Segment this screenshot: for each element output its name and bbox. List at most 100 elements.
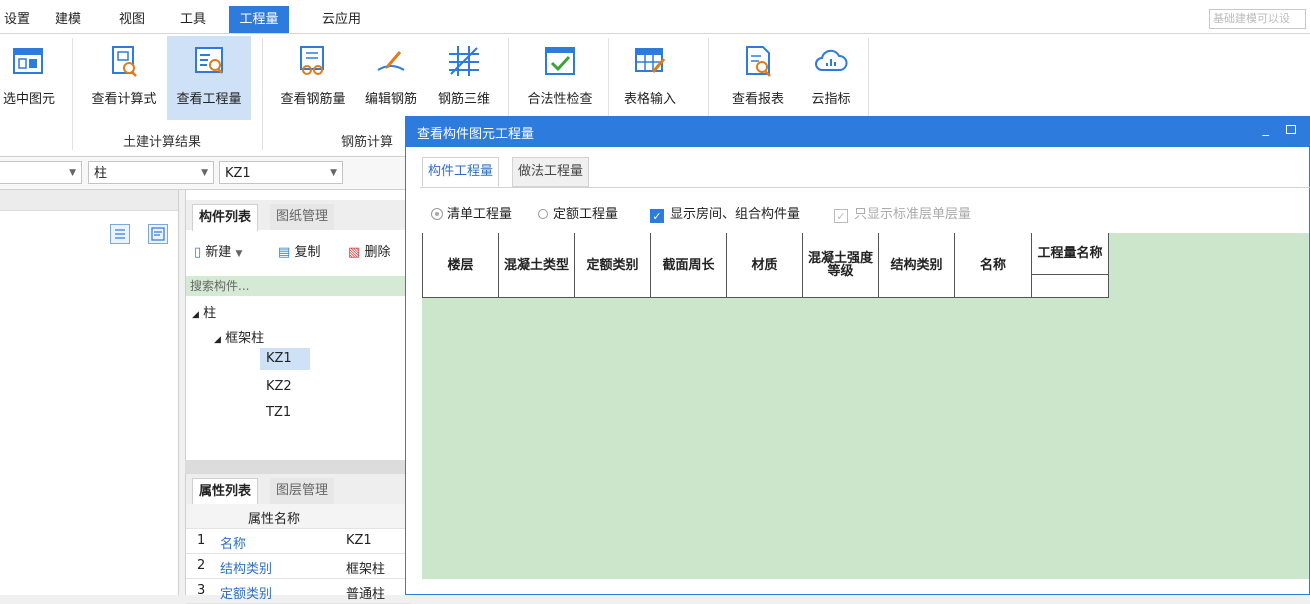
delete-label: 删除 xyxy=(364,245,391,260)
view-quantity-label: 查看工程量 xyxy=(176,92,242,107)
column-header-concrete-grade: 混凝土强度等级 xyxy=(803,233,879,298)
floor-combo[interactable]: ▼ xyxy=(0,161,82,184)
menu-settings[interactable]: 设置 xyxy=(0,6,34,33)
copy-button[interactable]: ▤ 复制 xyxy=(278,241,320,260)
row-number: 2 xyxy=(197,558,206,573)
bill-quantity-radio[interactable]: 清单工程量 xyxy=(432,203,512,222)
chevron-down-icon: ▼ xyxy=(235,249,243,259)
edit-rebar-label: 编辑钢筋 xyxy=(364,92,417,107)
group-label-civil-results: 土建计算结果 xyxy=(123,135,202,150)
tree-leaf-kz2[interactable]: KZ2 xyxy=(266,379,292,394)
view-report-icon xyxy=(746,46,771,77)
component-search-input[interactable]: 搜索构件... xyxy=(186,276,411,296)
view-report-button[interactable]: 查看报表 xyxy=(718,36,798,120)
panel-splitter[interactable] xyxy=(185,460,410,474)
tree-node-frame-column[interactable]: ◢ 框架柱 xyxy=(214,327,264,346)
property-name: 结构类别 xyxy=(220,562,273,577)
radio-unchecked-icon xyxy=(538,209,548,219)
table-row[interactable]: 2 结构类别 框架柱 xyxy=(186,554,411,579)
navigation-panel-header xyxy=(0,190,178,211)
filter-bar: ▼ 柱 ▼ KZ1 ▼ xyxy=(0,157,410,190)
cloud-index-label: 云指标 xyxy=(811,92,851,107)
view-rebar-quantity-icon xyxy=(300,46,324,75)
standard-floor-only-label: 只显示标准层单层量 xyxy=(854,207,972,222)
tree-node-column[interactable]: ◢ 柱 xyxy=(192,302,216,321)
show-room-combo-checkbox[interactable]: ✓ 显示房间、组合构件量 xyxy=(650,203,800,223)
component-panel-tabs: 构件列表 图纸管理 xyxy=(186,200,411,231)
tab-property-list[interactable]: 属性列表 xyxy=(192,478,259,505)
column-header-section-perimeter: 截面周长 xyxy=(651,233,727,298)
property-name: 名称 xyxy=(220,537,247,552)
menu-quantity[interactable]: 工程量 xyxy=(229,6,289,33)
list-view-button[interactable] xyxy=(110,224,130,244)
tab-component-list[interactable]: 构件列表 xyxy=(192,204,259,231)
tab-component-quantity[interactable]: 构件工程量 xyxy=(422,157,500,187)
quota-quantity-radio[interactable]: 定额工程量 xyxy=(538,203,618,222)
tree-leaf-tz1[interactable]: TZ1 xyxy=(266,405,291,420)
view-formula-icon xyxy=(112,46,137,77)
tab-method-quantity[interactable]: 做法工程量 xyxy=(512,157,590,187)
collapse-icon: ◢ xyxy=(214,335,221,345)
table-row[interactable]: 3 定额类别 普通柱 xyxy=(186,579,411,604)
component-type-combo[interactable]: 柱 ▼ xyxy=(88,161,214,184)
property-header-row: 属性名称 xyxy=(186,504,411,529)
component-toolbar: ▯ 新建 ▼ ▤ 复制 ▧ 删除 xyxy=(186,238,411,262)
view-formula-button[interactable]: 查看计算式 xyxy=(82,36,166,120)
view-formula-label: 查看计算式 xyxy=(91,92,157,107)
property-value: 框架柱 xyxy=(346,562,386,577)
validity-check-button[interactable]: 合法性检查 xyxy=(518,36,602,120)
component-value: KZ1 xyxy=(225,166,251,181)
collapse-icon: ◢ xyxy=(192,310,199,320)
checkbox-checked-icon: ✓ xyxy=(650,209,664,223)
minimize-icon[interactable]: _ xyxy=(1263,122,1270,137)
column-header-structure-category: 结构类别 xyxy=(879,233,955,298)
view-rebar-quantity-button[interactable]: 查看钢筋量 xyxy=(272,36,354,120)
menu-view[interactable]: 视图 xyxy=(115,6,149,33)
table-row[interactable]: 1 名称 KZ1 xyxy=(186,529,411,554)
cloud-index-icon xyxy=(815,49,848,71)
tree-node-label: 框架柱 xyxy=(225,331,265,346)
copy-label: 复制 xyxy=(294,245,321,260)
property-panel-tabs: 属性列表 图层管理 xyxy=(186,474,411,505)
table-input-icon xyxy=(635,48,666,73)
column-header-floor: 楼层 xyxy=(422,233,499,298)
menu-modeling[interactable]: 建模 xyxy=(51,6,85,33)
menu-tools[interactable]: 工具 xyxy=(176,6,210,33)
feature-search-input[interactable]: 基础建模可以设 xyxy=(1209,9,1306,29)
edit-rebar-button[interactable]: 编辑钢筋 xyxy=(356,36,426,120)
view-quantity-button[interactable]: 查看工程量 xyxy=(167,36,251,120)
rebar-3d-button[interactable]: 钢筋三维 xyxy=(428,36,500,120)
rebar-3d-label: 钢筋三维 xyxy=(437,92,490,107)
tab-drawing-management[interactable]: 图纸管理 xyxy=(270,204,335,230)
cloud-index-button[interactable]: 云指标 xyxy=(800,36,862,120)
table-input-label: 表格输入 xyxy=(623,92,676,107)
property-panel: 属性列表 图层管理 属性名称 1 名称 KZ1 2 结构类别 框架柱 3 定额类… xyxy=(185,474,411,604)
radio-checked-icon xyxy=(432,209,442,219)
column-header-material: 材质 xyxy=(727,233,803,298)
tab-layer-management[interactable]: 图层管理 xyxy=(270,478,335,504)
rebar-3d-icon xyxy=(449,46,479,76)
column-header-concrete-type: 混凝土类型 xyxy=(499,233,575,298)
show-room-combo-label: 显示房间、组合构件量 xyxy=(670,207,801,222)
dialog-title-bar[interactable]: 查看构件图元工程量 _ xyxy=(406,117,1309,147)
row-number: 1 xyxy=(197,533,206,548)
tree-leaf-kz1[interactable]: KZ1 xyxy=(260,348,310,370)
detail-view-icon xyxy=(151,227,165,241)
delete-button[interactable]: ▧ 删除 xyxy=(348,241,390,260)
property-name-header: 属性名称 xyxy=(248,512,301,527)
dialog-tabs: 构件工程量 做法工程量 xyxy=(420,157,1310,188)
new-icon: ▯ xyxy=(194,245,202,260)
dialog-title: 查看构件图元工程量 xyxy=(417,127,535,142)
view-rebar-quantity-label: 查看钢筋量 xyxy=(280,92,346,107)
chevron-down-icon: ▼ xyxy=(330,168,337,178)
table-input-button[interactable]: 表格输入 xyxy=(612,36,688,120)
select-element-button[interactable]: 选中图元 xyxy=(0,36,68,120)
detail-view-button[interactable] xyxy=(148,224,168,244)
component-combo[interactable]: KZ1 ▼ xyxy=(219,161,343,184)
row-number: 3 xyxy=(197,583,206,598)
select-element-icon xyxy=(13,48,43,74)
chevron-down-icon: ▼ xyxy=(69,168,76,178)
maximize-icon[interactable] xyxy=(1286,125,1296,134)
menu-cloud-app[interactable]: 云应用 xyxy=(318,6,365,33)
new-button[interactable]: ▯ 新建 ▼ xyxy=(194,241,242,260)
